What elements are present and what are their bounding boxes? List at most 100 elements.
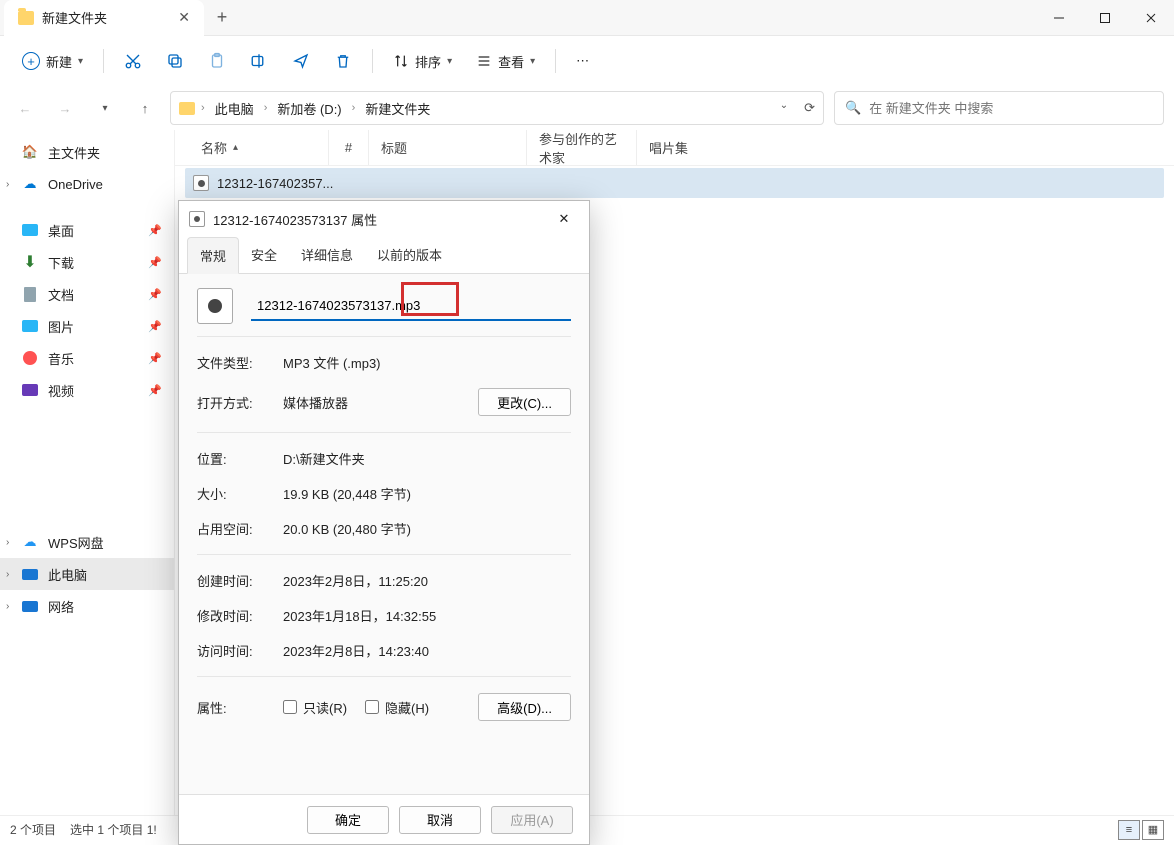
up-button[interactable]: ↑ (130, 93, 160, 123)
share-button[interactable] (282, 43, 320, 79)
folder-icon (179, 102, 195, 115)
sidebar-pictures[interactable]: 图片 📌 (0, 310, 174, 342)
back-button[interactable]: ← (10, 93, 40, 123)
search-box[interactable]: 🔍 (834, 91, 1164, 125)
view-icon (476, 53, 492, 69)
new-tab-button[interactable]: + (204, 7, 240, 28)
minimize-button[interactable] (1036, 0, 1082, 36)
status-count: 2 个项目 (10, 821, 56, 838)
network-icon (22, 601, 38, 612)
pin-icon: 📌 (148, 320, 162, 333)
search-input[interactable] (869, 101, 1153, 116)
chevron-down-icon[interactable]: ⌄ (780, 100, 788, 116)
close-button[interactable] (1128, 0, 1174, 36)
sidebar-label: 图片 (48, 317, 74, 336)
delete-button[interactable] (324, 43, 362, 79)
sidebar-music[interactable]: 音乐📌 (0, 342, 174, 374)
recent-button[interactable]: ▾ (90, 93, 120, 123)
ondisk-value: 20.0 KB (20,480 字节) (283, 519, 571, 538)
paste-button[interactable] (198, 43, 236, 79)
properties-dialog: 12312-1674023573137 属性 ✕ 常规 安全 详细信息 以前的版… (178, 200, 590, 845)
address-bar[interactable]: › 此电脑 › 新加卷 (D:) › 新建文件夹 ⌄ ⟳ (170, 91, 824, 125)
sidebar-label: 此电脑 (48, 565, 87, 584)
sort-button[interactable]: 排序 ▾ (383, 43, 462, 79)
breadcrumb-item[interactable]: 新建文件夹 (361, 97, 434, 120)
refresh-icon[interactable]: ⟳ (804, 100, 815, 116)
picture-icon (22, 320, 38, 332)
attributes-label: 属性: (197, 698, 283, 717)
sidebar-label: 桌面 (48, 221, 74, 240)
dialog-footer: 确定 取消 应用(A) (179, 794, 589, 844)
chevron-right-icon: › (352, 102, 356, 114)
tab-general[interactable]: 常规 (187, 237, 239, 274)
dialog-close-button[interactable]: ✕ (549, 204, 579, 234)
sidebar-wps[interactable]: ›☁WPS网盘 (0, 526, 174, 558)
pc-icon (22, 569, 38, 580)
filetype-label: 文件类型: (197, 353, 283, 372)
column-number[interactable]: # (329, 130, 369, 165)
column-artist[interactable]: 参与创作的艺术家 (527, 130, 637, 165)
tab-previous-versions[interactable]: 以前的版本 (365, 237, 454, 273)
chevron-right-icon[interactable]: › (6, 179, 9, 190)
breadcrumb-item[interactable]: 新加卷 (D:) (273, 97, 345, 120)
accessed-value: 2023年2月8日，14:23:40 (283, 641, 571, 660)
breadcrumb-item[interactable]: 此电脑 (211, 97, 258, 120)
sidebar-videos[interactable]: 视频📌 (0, 374, 174, 406)
tab-details[interactable]: 详细信息 (289, 237, 365, 273)
sidebar-desktop[interactable]: 桌面 📌 (0, 214, 174, 246)
sidebar-label: 下载 (48, 253, 74, 272)
sidebar-documents[interactable]: 文档📌 (0, 278, 174, 310)
sort-icon (393, 53, 409, 69)
sidebar-home[interactable]: 🏠 主文件夹 (0, 136, 174, 168)
status-selected: 选中 1 个项目 1! (70, 821, 157, 838)
chevron-right-icon[interactable]: › (6, 569, 9, 580)
tab-close-icon[interactable]: ✕ (178, 9, 190, 26)
modified-value: 2023年1月18日，14:32:55 (283, 606, 571, 625)
details-view-button[interactable]: ≡ (1118, 820, 1140, 840)
dialog-titlebar[interactable]: 12312-1674023573137 属性 ✕ (179, 201, 589, 237)
maximize-button[interactable] (1082, 0, 1128, 36)
sidebar-downloads[interactable]: ⬇下载📌 (0, 246, 174, 278)
icons-view-button[interactable]: ▦ (1142, 820, 1164, 840)
hidden-checkbox[interactable]: 隐藏(H) (365, 698, 429, 717)
location-value: D:\新建文件夹 (283, 449, 571, 468)
document-icon (24, 287, 36, 302)
sidebar-network[interactable]: ›网络 (0, 590, 174, 622)
column-title[interactable]: 标题 (369, 130, 527, 165)
pin-icon: 📌 (148, 384, 162, 397)
readonly-checkbox[interactable]: 只读(R) (283, 698, 347, 717)
sidebar-onedrive[interactable]: › ☁ OneDrive (0, 168, 174, 200)
home-icon: 🏠 (22, 144, 38, 160)
cut-button[interactable] (114, 43, 152, 79)
ondisk-label: 占用空间: (197, 519, 283, 538)
advanced-button[interactable]: 高级(D)... (478, 693, 571, 721)
new-button[interactable]: + 新建 ▾ (12, 43, 93, 79)
forward-button[interactable]: → (50, 93, 80, 123)
column-name[interactable]: 名称▴ (189, 130, 329, 165)
tab-security[interactable]: 安全 (239, 237, 289, 273)
rename-button[interactable] (240, 43, 278, 79)
filename-input[interactable] (251, 291, 571, 321)
column-album[interactable]: 唱片集 (637, 130, 727, 165)
ok-button[interactable]: 确定 (307, 806, 389, 834)
sidebar-thispc[interactable]: › 此电脑 (0, 558, 174, 590)
chevron-right-icon[interactable]: › (6, 537, 9, 548)
sidebar-label: 音乐 (48, 349, 74, 368)
copy-button[interactable] (156, 43, 194, 79)
music-icon (23, 351, 37, 365)
chevron-right-icon[interactable]: › (6, 601, 9, 612)
pin-icon: 📌 (148, 224, 162, 237)
openwith-value: 媒体播放器 (283, 393, 478, 412)
view-button[interactable]: 查看 ▾ (466, 43, 545, 79)
change-button[interactable]: 更改(C)... (478, 388, 571, 416)
more-button[interactable]: ⋯ (566, 43, 599, 79)
plus-icon: + (22, 52, 40, 70)
sidebar-label: 主文件夹 (48, 143, 100, 162)
chevron-right-icon: › (264, 102, 268, 114)
window-tab[interactable]: 新建文件夹 ✕ (4, 0, 204, 36)
apply-button[interactable]: 应用(A) (491, 806, 573, 834)
dialog-body: 文件类型:MP3 文件 (.mp3) 打开方式:媒体播放器更改(C)... 位置… (179, 274, 589, 794)
accessed-label: 访问时间: (197, 641, 283, 660)
file-row[interactable]: 12312-167402357... (185, 168, 1164, 198)
cancel-button[interactable]: 取消 (399, 806, 481, 834)
